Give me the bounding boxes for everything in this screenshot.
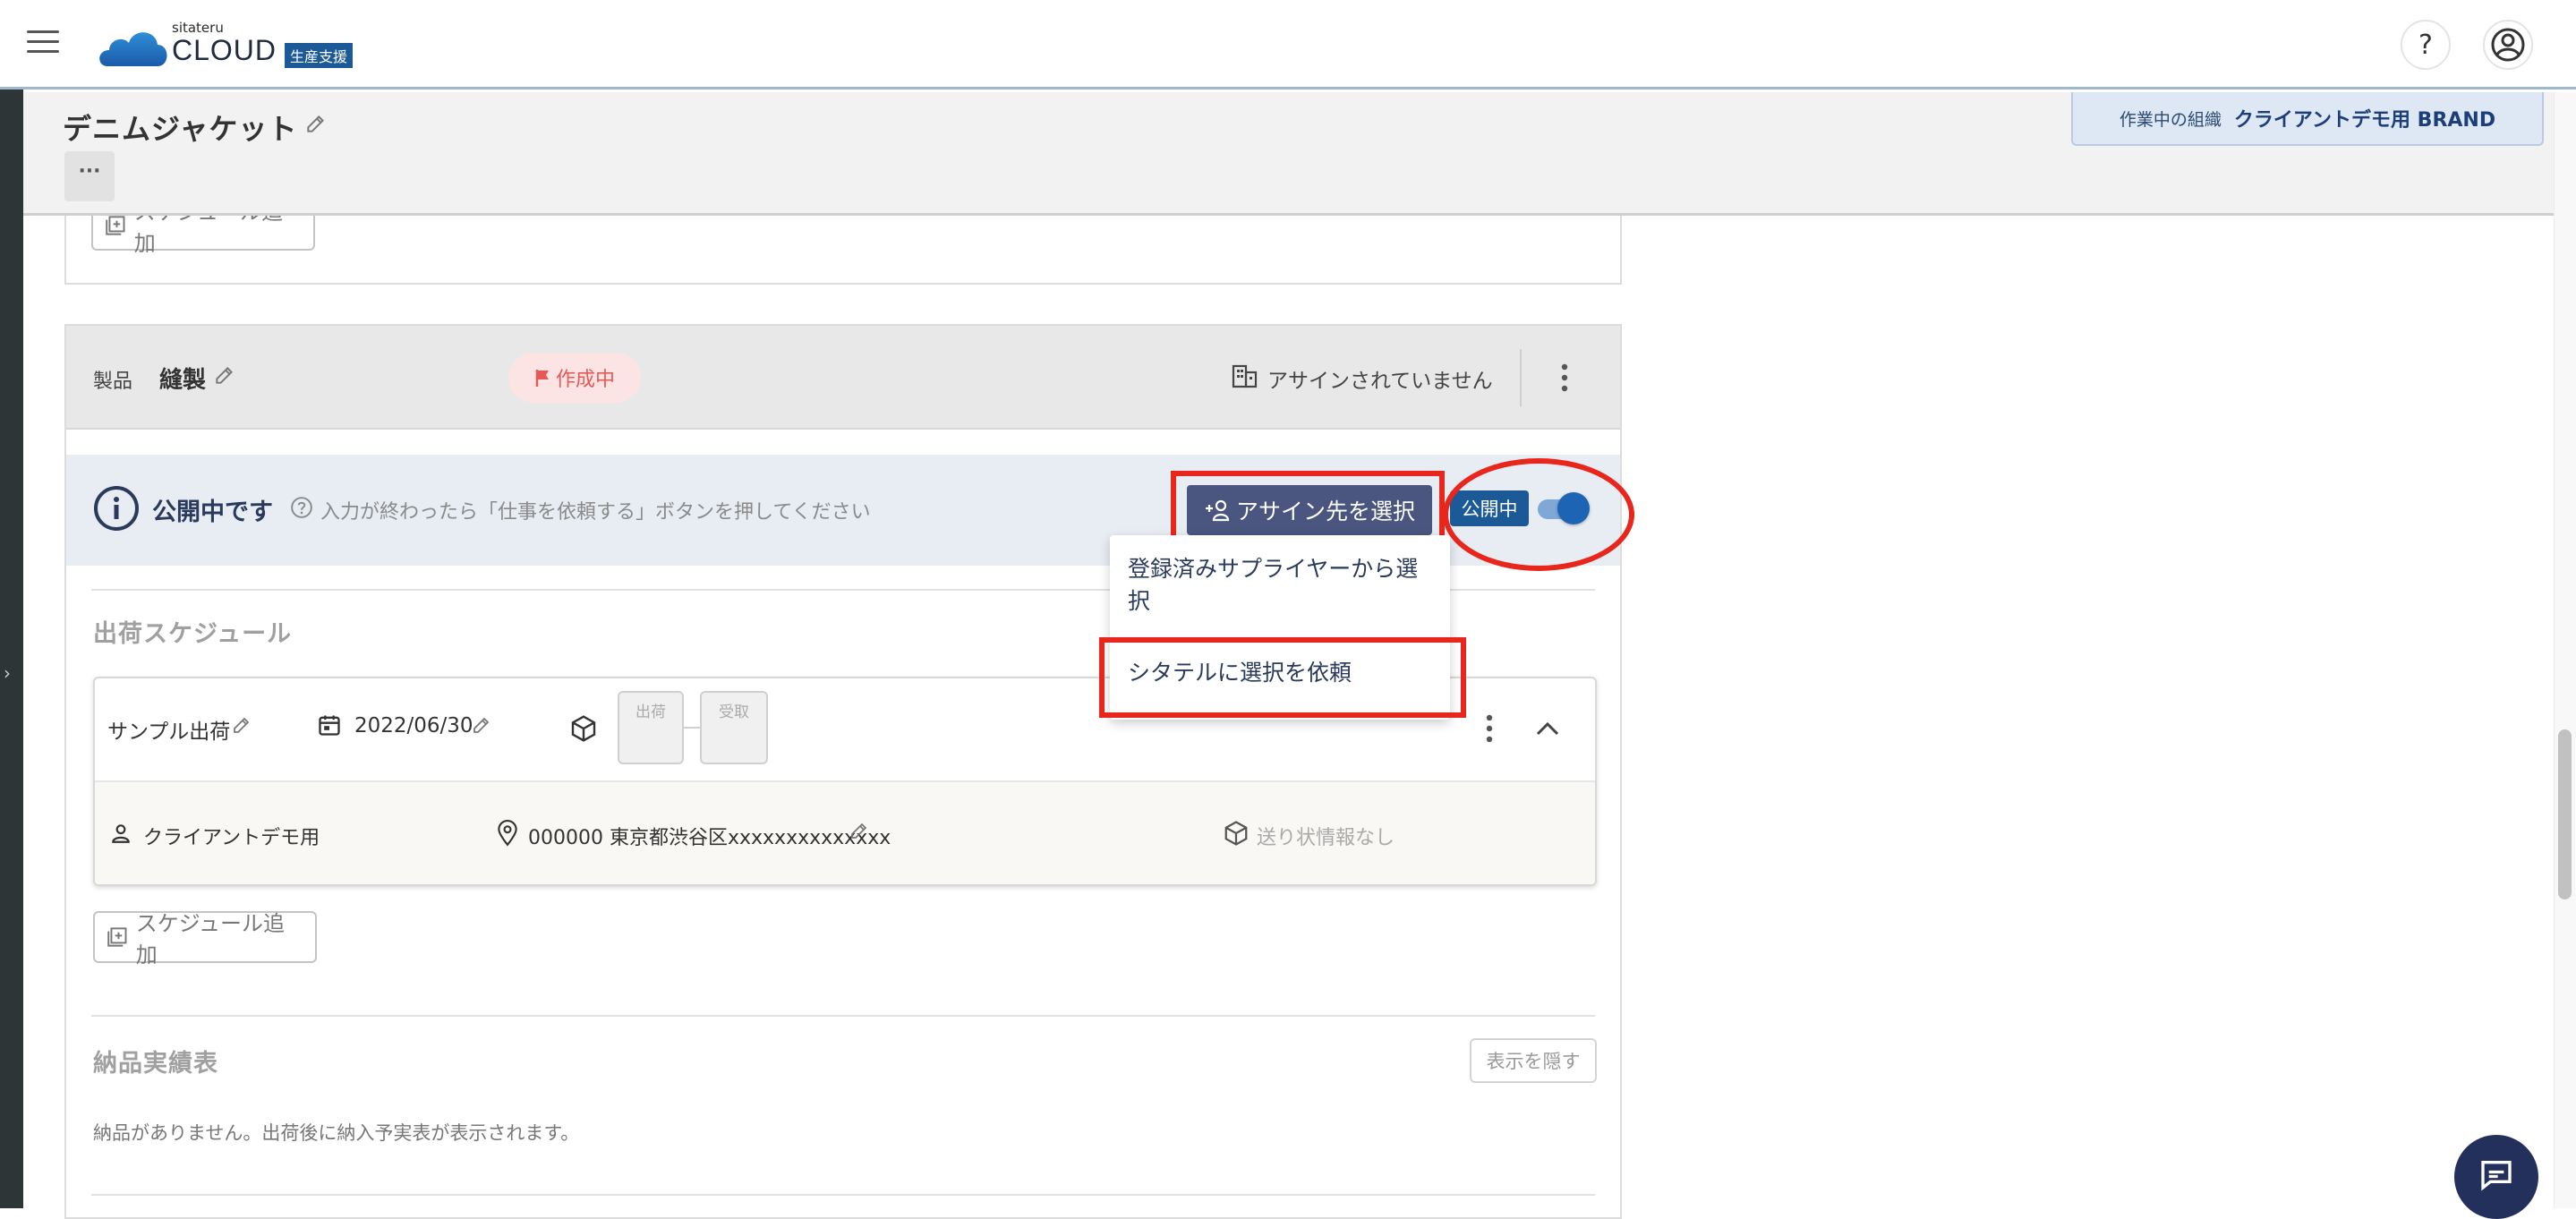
collapse-chevron-icon[interactable]	[1534, 720, 1561, 737]
cloud-logo-icon	[99, 32, 167, 66]
chat-button[interactable]	[2454, 1135, 2538, 1219]
delivery-empty-message: 納品がありません。出荷後に納入予実表が表示されます。	[93, 1122, 580, 1144]
package-icon	[571, 715, 596, 742]
edit-product-icon[interactable]	[213, 363, 236, 387]
org-label: 作業中の組織	[2119, 109, 2222, 130]
product-card: 製品 縫製 作成中 アサインされていません 公開中です 入力が終わったら「仕事を…	[64, 324, 1622, 1219]
more-options-button[interactable]: ···	[64, 151, 115, 201]
recipient-name: クライアントデモ用	[143, 827, 320, 849]
help-button[interactable]: ?	[2401, 20, 2451, 70]
help-icon: ?	[2418, 29, 2433, 61]
add-schedule-label: スケジュール追加	[135, 911, 286, 968]
expand-sidebar-icon[interactable]: ›	[4, 662, 11, 684]
help-circle-icon	[291, 497, 312, 518]
hide-delivery-label: 表示を隠す	[1486, 1051, 1581, 1072]
step-ship[interactable]: 出荷	[618, 691, 684, 764]
vertical-dots-icon	[1561, 363, 1568, 392]
add-schedule-button[interactable]: スケジュール追加	[93, 911, 317, 968]
step-connector	[684, 727, 700, 729]
step-receive[interactable]: 受取	[700, 691, 768, 764]
package-outline-icon	[1224, 821, 1248, 846]
schedule-date: 2022/06/30	[354, 714, 473, 737]
schedule-name: サンプル出荷	[107, 720, 231, 744]
vertical-dots-icon	[1486, 714, 1493, 743]
shipping-section-title: 出荷スケジュール	[93, 620, 293, 648]
publish-hint: 入力が終わったら「仕事を依頼する」ボタンを押してください	[320, 501, 871, 524]
invoice-status: 送り状情報なし	[1257, 827, 1395, 849]
header-divider	[1520, 349, 1522, 406]
page-title: デニムジャケット	[63, 112, 298, 146]
menu-icon[interactable]	[27, 30, 59, 57]
org-name: クライアントデモ用 BRAND	[2233, 109, 2496, 132]
product-name: 縫製	[159, 367, 207, 394]
edit-address-icon[interactable]	[849, 820, 870, 841]
chat-icon	[2481, 1161, 2512, 1191]
logo-main-text: CLOUD	[172, 34, 277, 66]
scrollbar-thumb[interactable]	[2558, 729, 2572, 899]
app-header: sitateru CLOUD 生産支援 ?	[0, 0, 2576, 90]
delivery-section-title: 納品実績表	[93, 1050, 218, 1078]
step-receive-label: 受取	[719, 703, 749, 721]
calendar-icon	[319, 715, 340, 736]
annotation-highlight-request	[1099, 637, 1466, 718]
scrollbar-track[interactable]	[2554, 92, 2576, 1208]
step-ship-label: 出荷	[635, 703, 666, 721]
product-category-label: 製品	[93, 371, 133, 393]
logo-badge: 生産支援	[285, 43, 354, 68]
side-rail[interactable]: ›	[0, 90, 23, 1208]
title-band: デニムジャケット ··· 作業中の組織 クライアントデモ用 BRAND	[23, 92, 2554, 216]
menu-item-registered-supplier[interactable]: 登録済みサプライヤーから選択	[1128, 553, 1432, 618]
flag-icon	[535, 370, 549, 387]
status-badge-text: 作成中	[555, 369, 615, 391]
schedule-menu-button[interactable]	[1480, 711, 1498, 746]
person-icon	[112, 824, 130, 843]
add-schedule-icon	[107, 927, 127, 947]
shipping-address: 000000 東京都渋谷区xxxxxxxxxxxxxx	[528, 827, 891, 849]
edit-title-icon[interactable]	[304, 112, 328, 135]
info-icon	[94, 486, 139, 531]
schedule-details-row: クライアントデモ用 000000 東京都渋谷区xxxxxxxxxxxxxx 送り…	[95, 780, 1595, 884]
annotation-circle-toggle	[1443, 458, 1634, 571]
account-icon	[2491, 28, 2525, 62]
edit-schedule-name-icon[interactable]	[231, 714, 252, 736]
status-badge: 作成中	[508, 353, 641, 403]
section-divider	[91, 1015, 1595, 1017]
app-logo[interactable]: sitateru CLOUD 生産支援	[98, 20, 367, 73]
location-pin-icon	[498, 820, 517, 847]
hide-delivery-button[interactable]: 表示を隠す	[1470, 1038, 1597, 1083]
product-header: 製品 縫製 作成中 アサインされていません	[66, 326, 1620, 430]
section-divider	[91, 1194, 1595, 1196]
add-schedule-icon	[106, 216, 125, 235]
publish-title: 公開中です	[152, 499, 273, 526]
product-menu-button[interactable]	[1556, 360, 1574, 396]
building-icon	[1232, 364, 1258, 388]
menu-item-label: 登録済みサプライヤーから選択	[1128, 556, 1419, 614]
edit-date-icon[interactable]	[471, 714, 492, 736]
assign-status-text: アサインされていません	[1267, 370, 1493, 393]
current-organization-badge[interactable]: 作業中の組織 クライアントデモ用 BRAND	[2071, 92, 2544, 146]
account-button[interactable]	[2483, 20, 2533, 70]
